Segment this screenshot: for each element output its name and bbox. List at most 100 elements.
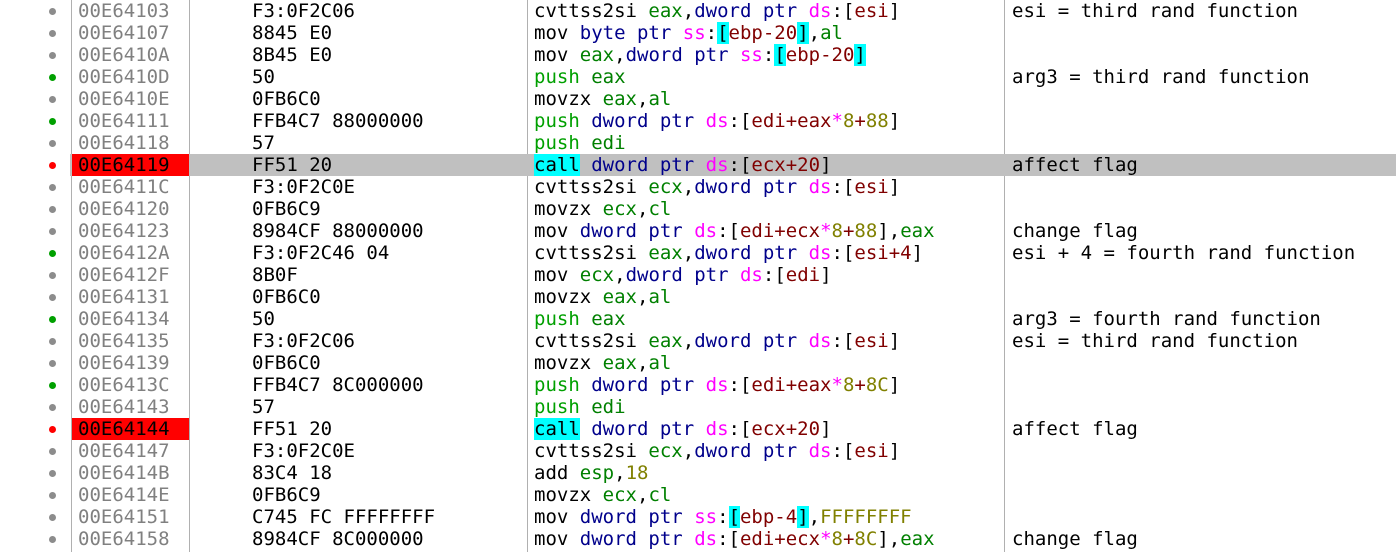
address-cell[interactable]: 00E64119	[72, 154, 189, 176]
disasm-row[interactable]: 00E64103 F3:0F2C06 cvttss2si eax,dword ptr…	[0, 0, 1396, 22]
address-cell[interactable]: 00E64151	[72, 506, 189, 528]
row-gutter[interactable]	[0, 352, 70, 374]
breakpoint-dot-icon[interactable]	[49, 162, 56, 169]
disasm-row[interactable]: 00E64131 0FB6C0 movzx eax,al	[0, 286, 1396, 308]
disasm-row[interactable]: 00E6413C FFB4C7 8C000000 push dword ptr ds…	[0, 374, 1396, 396]
disasm-row[interactable]: 00E64134 50 push eax arg3 = fourth rand fun…	[0, 308, 1396, 330]
comment-cell[interactable]: affect flag	[1012, 418, 1138, 440]
address-cell[interactable]: 00E64147	[72, 440, 189, 462]
instruction-dot-icon[interactable]	[49, 404, 56, 411]
disasm-row[interactable]: 00E64111 FFB4C7 88000000 push dword ptr ds…	[0, 110, 1396, 132]
instruction-dot-icon[interactable]	[49, 184, 56, 191]
address-cell[interactable]: 00E64103	[72, 0, 189, 22]
disasm-row[interactable]: 00E6414B 83C4 18 add esp,18	[0, 462, 1396, 484]
disasm-row[interactable]: 00E6410D 50 push eax arg3 = third rand func…	[0, 66, 1396, 88]
instruction-dot-icon[interactable]	[49, 338, 56, 345]
address-cell[interactable]: 00E64139	[72, 352, 189, 374]
instruction-dot-icon[interactable]	[49, 8, 56, 15]
comment-cell[interactable]: change flag	[1012, 528, 1138, 550]
row-gutter[interactable]	[0, 264, 70, 286]
disasm-row[interactable]: 00E64151 C745 FC FFFFFFFF mov dword ptr ss…	[0, 506, 1396, 528]
instruction-dot-icon[interactable]	[49, 52, 56, 59]
address-cell[interactable]: 00E64123	[72, 220, 189, 242]
disasm-row[interactable]: 00E64107 8845 E0 mov byte ptr ss:[ebp-20],…	[0, 22, 1396, 44]
instruction-dot-icon[interactable]	[49, 294, 56, 301]
comment-cell[interactable]: arg3 = fourth rand function	[1012, 308, 1321, 330]
disasm-row[interactable]: 00E6412F 8B0F mov ecx,dword ptr ds:[edi]	[0, 264, 1396, 286]
row-gutter[interactable]	[0, 66, 70, 88]
comment-cell[interactable]: esi = third rand function	[1012, 330, 1298, 352]
address-cell[interactable]: 00E64144	[72, 418, 189, 440]
address-cell[interactable]: 00E64143	[72, 396, 189, 418]
row-gutter[interactable]	[0, 528, 70, 550]
instruction-dot-icon[interactable]	[49, 272, 56, 279]
address-cell[interactable]: 00E6412A	[72, 242, 189, 264]
row-gutter[interactable]	[0, 396, 70, 418]
address-cell[interactable]: 00E64107	[72, 22, 189, 44]
breakpoint-dot-icon[interactable]	[49, 426, 56, 433]
row-gutter[interactable]	[0, 484, 70, 506]
row-gutter[interactable]	[0, 198, 70, 220]
instruction-dot-icon[interactable]	[49, 140, 56, 147]
disasm-row[interactable]: 00E64118 57 push edi	[0, 132, 1396, 154]
disasm-row[interactable]: 00E6414E 0FB6C9 movzx ecx,cl	[0, 484, 1396, 506]
row-gutter[interactable]	[0, 506, 70, 528]
disasm-row[interactable]: 00E64123 8984CF 88000000 mov dword ptr ds:…	[0, 220, 1396, 242]
instruction-dot-icon[interactable]	[49, 514, 56, 521]
row-gutter[interactable]	[0, 132, 70, 154]
instruction-dot-icon[interactable]	[49, 382, 56, 389]
instruction-dot-icon[interactable]	[49, 250, 56, 257]
row-gutter[interactable]	[0, 462, 70, 484]
address-cell[interactable]: 00E64134	[72, 308, 189, 330]
address-cell[interactable]: 00E64120	[72, 198, 189, 220]
row-gutter[interactable]	[0, 176, 70, 198]
disasm-row[interactable]: 00E64139 0FB6C0 movzx eax,al	[0, 352, 1396, 374]
row-gutter[interactable]	[0, 154, 70, 176]
disasm-row[interactable]: 00E64158 8984CF 8C000000 mov dword ptr ds:…	[0, 528, 1396, 550]
row-gutter[interactable]	[0, 242, 70, 264]
address-cell[interactable]: 00E64131	[72, 286, 189, 308]
row-gutter[interactable]	[0, 0, 70, 22]
row-gutter[interactable]	[0, 374, 70, 396]
row-gutter[interactable]	[0, 220, 70, 242]
disassembly-view[interactable]: 00E64103 F3:0F2C06 cvttss2si eax,dword ptr…	[0, 0, 1396, 552]
row-gutter[interactable]	[0, 44, 70, 66]
comment-cell[interactable]: esi = third rand function	[1012, 0, 1298, 22]
address-cell[interactable]: 00E64135	[72, 330, 189, 352]
instruction-dot-icon[interactable]	[49, 228, 56, 235]
address-cell[interactable]: 00E6413C	[72, 374, 189, 396]
comment-cell[interactable]: esi + 4 = fourth rand function	[1012, 242, 1355, 264]
comment-cell[interactable]: arg3 = third rand function	[1012, 66, 1309, 88]
row-gutter[interactable]	[0, 440, 70, 462]
instruction-dot-icon[interactable]	[49, 206, 56, 213]
instruction-dot-icon[interactable]	[49, 470, 56, 477]
address-cell[interactable]: 00E6410D	[72, 66, 189, 88]
address-cell[interactable]: 00E64111	[72, 110, 189, 132]
row-gutter[interactable]	[0, 110, 70, 132]
row-gutter[interactable]	[0, 308, 70, 330]
instruction-dot-icon[interactable]	[49, 448, 56, 455]
address-cell[interactable]: 00E64158	[72, 528, 189, 550]
row-gutter[interactable]	[0, 286, 70, 308]
row-gutter[interactable]	[0, 22, 70, 44]
disasm-row[interactable]: 00E6410E 0FB6C0 movzx eax,al	[0, 88, 1396, 110]
address-cell[interactable]: 00E6410A	[72, 44, 189, 66]
instruction-dot-icon[interactable]	[49, 96, 56, 103]
instruction-dot-icon[interactable]	[49, 30, 56, 37]
disasm-row[interactable]: 00E64144 FF51 20 call dword ptr ds:[ecx+20…	[0, 418, 1396, 440]
address-cell[interactable]: 00E6411C	[72, 176, 189, 198]
instruction-dot-icon[interactable]	[49, 316, 56, 323]
disasm-row[interactable]: 00E64119 FF51 20 call dword ptr ds:[ecx+20…	[0, 154, 1396, 176]
instruction-dot-icon[interactable]	[49, 536, 56, 543]
row-gutter[interactable]	[0, 88, 70, 110]
address-cell[interactable]: 00E64118	[72, 132, 189, 154]
disasm-row[interactable]: 00E64143 57 push edi	[0, 396, 1396, 418]
disasm-row[interactable]: 00E64120 0FB6C9 movzx ecx,cl	[0, 198, 1396, 220]
row-gutter[interactable]	[0, 418, 70, 440]
instruction-dot-icon[interactable]	[49, 492, 56, 499]
address-cell[interactable]: 00E6410E	[72, 88, 189, 110]
comment-cell[interactable]: affect flag	[1012, 154, 1138, 176]
address-cell[interactable]: 00E6412F	[72, 264, 189, 286]
instruction-dot-icon[interactable]	[49, 360, 56, 367]
address-cell[interactable]: 00E6414B	[72, 462, 189, 484]
